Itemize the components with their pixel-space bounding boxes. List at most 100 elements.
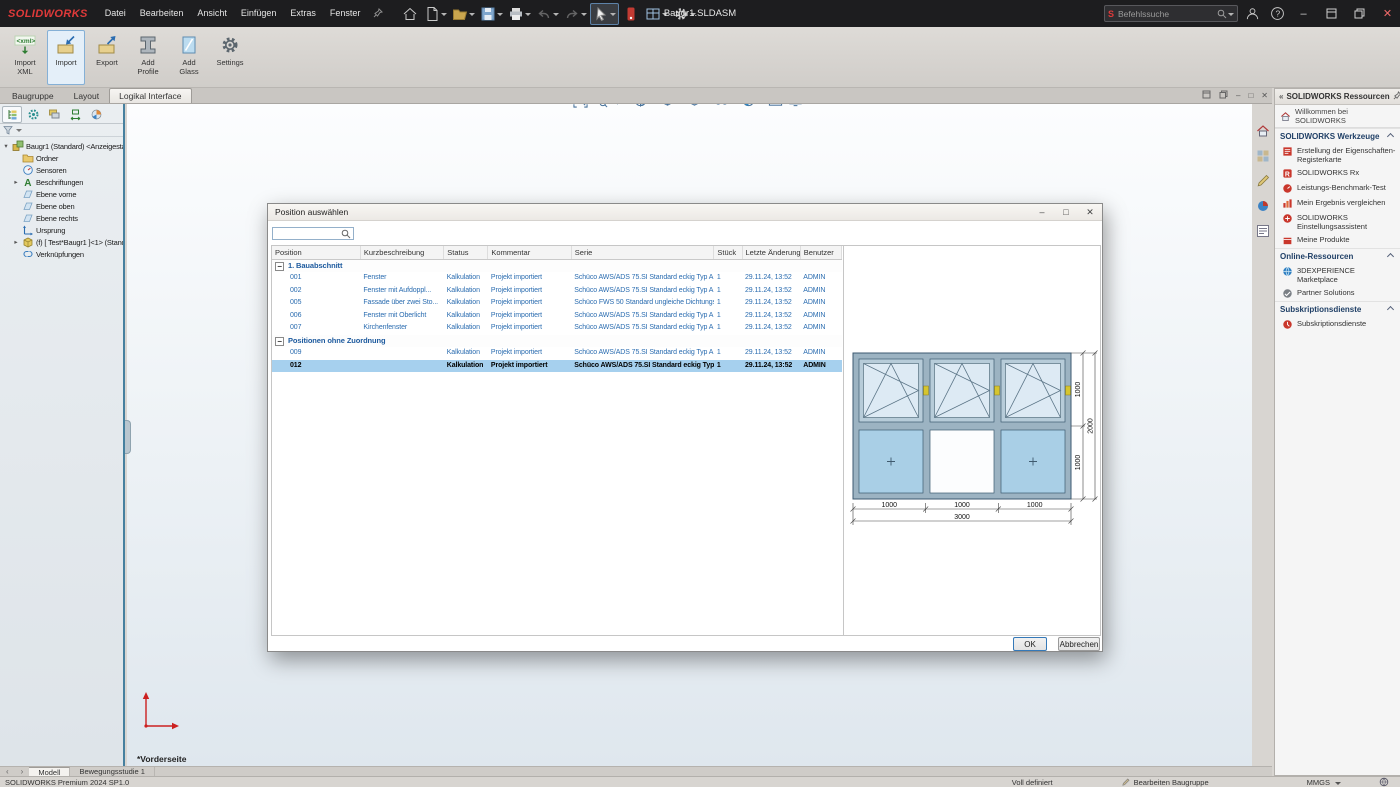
chevron-down-icon[interactable] — [1228, 13, 1234, 19]
menu-einf-gen[interactable]: Einfügen — [234, 0, 284, 27]
tab-layout[interactable]: Layout — [64, 88, 110, 103]
custom-properties-tab[interactable] — [1254, 222, 1272, 240]
dialog-maximize-button[interactable]: □ — [1054, 204, 1078, 220]
tree-item[interactable]: Ursprung — [2, 224, 123, 236]
tree-item[interactable]: Ebene oben — [2, 200, 123, 212]
arrange-windows-button[interactable] — [1319, 0, 1344, 27]
user-account-icon[interactable] — [1241, 3, 1263, 25]
tab-bewegungsstudie[interactable]: Bewegungsstudie 1 — [70, 767, 154, 776]
col-serie[interactable]: Serie — [571, 246, 714, 259]
tree-item[interactable]: Ebene vorne — [2, 188, 123, 200]
tab-dimxpertmanager[interactable] — [65, 106, 85, 123]
doc-cascade-icon[interactable] — [1219, 90, 1228, 101]
tree-item[interactable]: Ordner — [2, 152, 123, 164]
tab-configurationmanager[interactable] — [44, 106, 64, 123]
chevron-down-icon[interactable] — [525, 13, 531, 19]
chevron-up-icon[interactable] — [1387, 306, 1394, 313]
settings-button[interactable]: Settings — [211, 30, 249, 85]
task-pane-item[interactable]: RSOLIDWORKS Rx — [1275, 166, 1400, 181]
task-pane-item[interactable]: Leistungs-Benchmark-Test — [1275, 181, 1400, 196]
chevron-down-icon[interactable] — [469, 13, 475, 19]
chevron-down-icon[interactable] — [16, 129, 22, 135]
position-search-box[interactable] — [272, 227, 354, 240]
add-glass-button[interactable]: Add Glass — [170, 30, 208, 85]
doc-restore-icon[interactable]: □ — [1248, 92, 1253, 100]
redo-button[interactable] — [562, 3, 589, 25]
web-globe-icon[interactable] — [1379, 777, 1389, 787]
expand-arrow-icon[interactable]: ▸ — [12, 238, 20, 246]
tree-item[interactable]: ▸ABeschriftungen — [2, 176, 123, 188]
chevron-up-icon[interactable] — [1387, 253, 1394, 260]
position-row[interactable]: 005Fassade über zwei Sto...KalkulationPr… — [272, 297, 842, 310]
logikal-addin-icon[interactable] — [620, 3, 642, 25]
tree-item[interactable]: ▾Baugr1 (Standard) <Anzeigestatus-1> — [2, 140, 123, 152]
tree-item[interactable]: ▸(f) [ Test*Baugr1 ]<1> (Standard) — [2, 236, 123, 248]
new-document-button[interactable] — [422, 3, 449, 25]
status-units[interactable]: MMGS — [1307, 778, 1330, 787]
chevron-down-icon[interactable] — [1335, 782, 1341, 787]
menu-ansicht[interactable]: Ansicht — [190, 0, 234, 27]
col-kommentar[interactable]: Kommentar — [488, 246, 571, 259]
section-header[interactable]: Subskriptionsdienste — [1275, 301, 1400, 317]
import-xml-button[interactable]: <xml> Import XML — [6, 30, 44, 85]
doc-close-icon[interactable]: ✕ — [1261, 92, 1268, 100]
collapse-group-icon[interactable]: − — [275, 337, 284, 346]
task-pane-item[interactable]: SOLIDWORKS Einstellungsassistent — [1275, 211, 1400, 233]
dialog-close-button[interactable]: ✕ — [1078, 204, 1102, 220]
group-row[interactable]: −1. Bauabschnitt — [272, 259, 842, 272]
pin-icon[interactable] — [1393, 91, 1400, 102]
collapse-group-icon[interactable]: − — [275, 262, 284, 271]
menu-pin-icon[interactable] — [373, 5, 383, 23]
tab-featuremanager-tree[interactable] — [2, 106, 22, 123]
col-position[interactable]: Position — [272, 246, 360, 259]
panel-splitter-handle[interactable] — [125, 420, 131, 454]
expand-arrow-icon[interactable]: ▸ — [12, 178, 20, 186]
tab-displaymanager[interactable] — [86, 106, 106, 123]
chevron-down-icon[interactable] — [581, 13, 587, 19]
home-button[interactable] — [399, 3, 421, 25]
add-profile-button[interactable]: Add Profile — [129, 30, 167, 85]
select-tool-button[interactable] — [590, 3, 619, 25]
section-header[interactable]: Online-Ressourcen — [1275, 248, 1400, 264]
tree-item[interactable]: Verknüpfungen — [2, 248, 123, 260]
help-icon[interactable]: ? — [1266, 3, 1288, 25]
col-letzte-aenderung[interactable]: Letzte Änderung — [742, 246, 800, 259]
section-header[interactable]: SOLIDWORKS Werkzeuge — [1275, 128, 1400, 144]
chevron-down-icon[interactable] — [441, 13, 447, 19]
tab-logikal-interface[interactable]: Logikal Interface — [109, 88, 191, 103]
filter-funnel-icon[interactable] — [3, 125, 13, 135]
position-search-input[interactable] — [275, 229, 341, 238]
doc-minimize-icon[interactable]: – — [1236, 92, 1240, 100]
chevron-down-icon[interactable] — [497, 13, 503, 19]
command-search[interactable]: S — [1104, 5, 1238, 22]
ok-button[interactable]: OK — [1013, 637, 1047, 651]
close-button[interactable]: ✕ — [1375, 0, 1400, 27]
position-row[interactable]: 001FensterKalkulationProjekt importiertS… — [272, 272, 842, 285]
restore-button[interactable] — [1347, 0, 1372, 27]
task-pane-item[interactable]: 3DEXPERIENCE Marketplace — [1275, 264, 1400, 286]
tab-baugruppe[interactable]: Baugruppe — [2, 88, 64, 103]
dialog-title-bar[interactable]: Position auswählen – □ ✕ — [268, 204, 1102, 221]
menu-extras[interactable]: Extras — [283, 0, 323, 27]
dialog-minimize-button[interactable]: – — [1030, 204, 1054, 220]
position-row-selected[interactable]: 012KalkulationProjekt importiertSchüco A… — [272, 360, 842, 373]
task-pane-item[interactable]: Subskriptionsdienste — [1275, 317, 1400, 332]
collapse-task-pane-icon[interactable]: « — [1279, 92, 1283, 101]
position-row[interactable]: 002Fenster mit Aufdoppl...KalkulationPro… — [272, 285, 842, 298]
doc-previous-window-icon[interactable] — [1202, 90, 1211, 101]
export-button[interactable]: Export — [88, 30, 126, 85]
minimize-button[interactable]: – — [1291, 0, 1316, 27]
tab-scroll-right-icon[interactable]: › — [15, 767, 30, 776]
task-pane-item[interactable]: Erstellung der Eigenschaften-Registerkar… — [1275, 144, 1400, 166]
command-search-input[interactable] — [1118, 9, 1217, 19]
chevron-up-icon[interactable] — [1387, 133, 1394, 140]
welcome-link[interactable]: Willkommen bei SOLIDWORKS — [1275, 105, 1400, 128]
tab-propertymanager[interactable] — [23, 106, 43, 123]
save-button[interactable] — [478, 3, 505, 25]
position-row[interactable]: 006Fenster mit OberlichtKalkulationProje… — [272, 310, 842, 323]
position-row[interactable]: 009KalkulationProjekt importiertSchüco A… — [272, 347, 842, 360]
col-benutzer[interactable]: Benutzer — [800, 246, 841, 259]
design-library-tab[interactable] — [1254, 147, 1272, 165]
cancel-button[interactable]: Abbrechen — [1058, 637, 1100, 651]
print-button[interactable] — [506, 3, 533, 25]
